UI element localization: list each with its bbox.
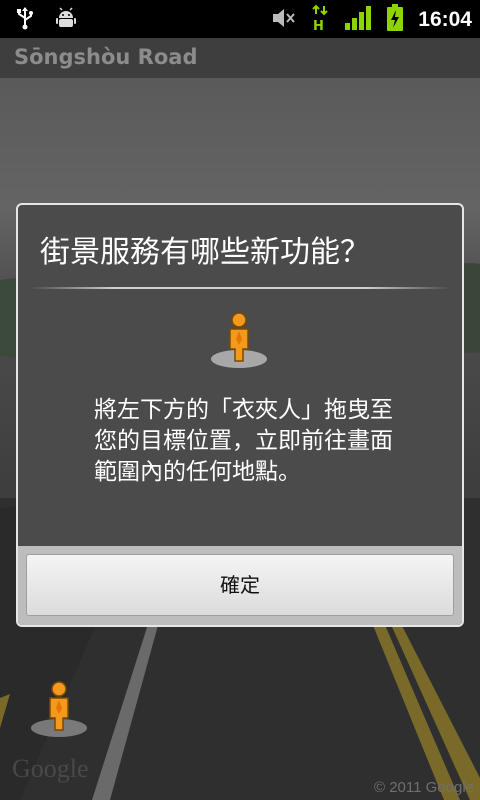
signal-icon <box>344 5 372 35</box>
usb-icon <box>14 6 36 34</box>
dialog-title: 街景服務有哪些新功能？ <box>40 235 370 270</box>
copyright-text: © 2011 Google <box>373 779 474 796</box>
status-time: 16:04 <box>418 8 472 31</box>
svg-text:H: H <box>313 19 324 32</box>
dialog-divider <box>30 287 450 289</box>
title-bar: Sōngshòu Road <box>0 38 480 78</box>
dialog-message: 將左下方的「衣夾人」拖曳至您的目標位置，立即前往畫面範圍內的任何地點。 <box>94 397 393 485</box>
dialog-button-bar: 確定 <box>18 546 462 625</box>
battery-charging-icon <box>386 4 404 36</box>
android-debug-icon <box>54 6 78 34</box>
status-bar: H 16:04 <box>0 0 480 38</box>
whats-new-dialog: 街景服務有哪些新功能？ 將左下方的「衣夾人」拖曳至您的目標位置，立即前往畫面範圍… <box>16 203 464 627</box>
data-hspa-icon: H <box>310 4 330 36</box>
pegman-icon[interactable] <box>28 678 90 740</box>
confirm-button[interactable]: 確定 <box>26 554 454 616</box>
street-name-title: Sōngshòu Road <box>14 45 198 69</box>
google-watermark: Google <box>12 754 89 783</box>
volume-muted-icon <box>270 5 296 35</box>
pegman-icon <box>208 309 270 371</box>
